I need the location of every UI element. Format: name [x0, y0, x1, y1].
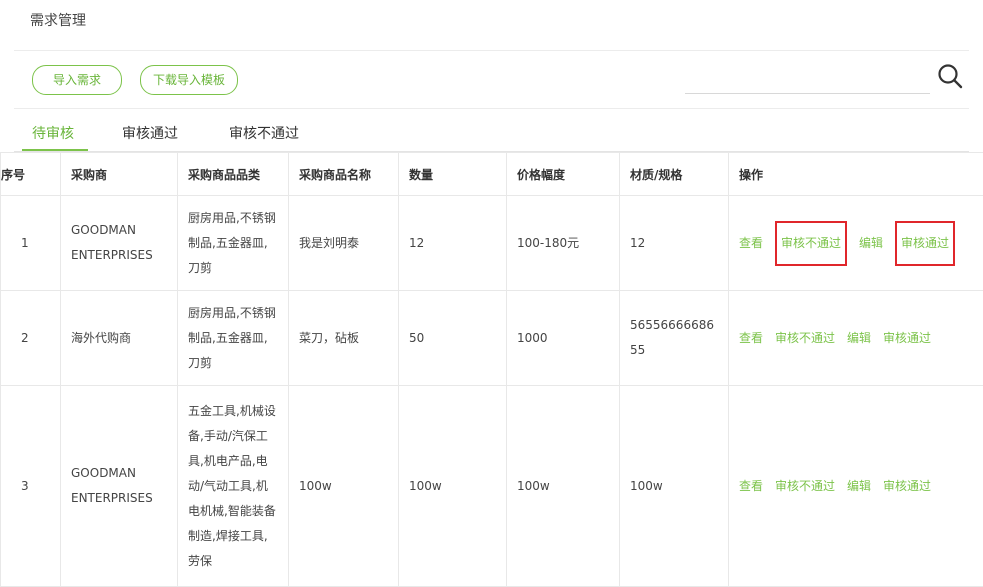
column-header-buyer: 采购商: [61, 153, 178, 196]
row-product-name: 菜刀，砧板: [289, 291, 399, 386]
row-actions: 查看 审核不通过 编辑 审核通过: [729, 386, 983, 587]
row-spec: 5655666668655: [620, 291, 729, 386]
row-price-range: 1000: [507, 291, 620, 386]
row-actions: 查看 审核不通过 编辑 审核通过: [729, 196, 983, 291]
row-index: 3: [1, 386, 61, 587]
table-header-row: 序号 采购商 采购商品品类 采购商品名称 数量 价格幅度 材质/规格 操作: [1, 153, 983, 196]
reject-link[interactable]: 审核不通过: [775, 326, 835, 351]
row-buyer: GOODMAN ENTERPRISES: [61, 196, 178, 291]
edit-link[interactable]: 编辑: [859, 231, 883, 256]
row-buyer: 海外代购商: [61, 291, 178, 386]
view-link[interactable]: 查看: [739, 231, 763, 256]
search-icon[interactable]: [936, 62, 964, 90]
demand-table: 序号 采购商 采购商品品类 采购商品名称 数量 价格幅度 材质/规格 操作 1 …: [0, 152, 983, 587]
download-template-button[interactable]: 下载导入模板: [140, 65, 238, 95]
row-quantity: 100w: [399, 386, 507, 587]
row-index: 2: [1, 291, 61, 386]
row-price-range: 100-180元: [507, 196, 620, 291]
row-product-name: 我是刘明泰: [289, 196, 399, 291]
column-header-index: 序号: [1, 153, 61, 196]
import-demand-button[interactable]: 导入需求: [32, 65, 122, 95]
reject-link[interactable]: 审核不通过: [775, 474, 835, 499]
row-spec: 12: [620, 196, 729, 291]
table-row: 3 GOODMAN ENTERPRISES 五金工具,机械设备,手动/汽保工具,…: [1, 386, 983, 587]
approve-link[interactable]: 审核通过: [883, 326, 931, 351]
tab-rejected[interactable]: 审核不通过: [229, 123, 299, 143]
divider: [14, 108, 969, 109]
edit-link[interactable]: 编辑: [847, 474, 871, 499]
column-header-price-range: 价格幅度: [507, 153, 620, 196]
row-category: 厨房用品,不锈钢制品,五金器皿,刀剪: [178, 291, 289, 386]
page-title: 需求管理: [30, 10, 86, 30]
column-header-actions: 操作: [729, 153, 983, 196]
table-row: 1 GOODMAN ENTERPRISES 厨房用品,不锈钢制品,五金器皿,刀剪…: [1, 196, 983, 291]
row-price-range: 100w: [507, 386, 620, 587]
row-actions: 查看 审核不通过 编辑 审核通过: [729, 291, 983, 386]
tab-pending[interactable]: 待审核: [32, 123, 74, 143]
tab-approved[interactable]: 审核通过: [122, 123, 178, 143]
row-category: 五金工具,机械设备,手动/汽保工具,机电产品,电动/气动工具,机电机械,智能装备…: [178, 386, 289, 587]
search-input[interactable]: [685, 93, 930, 94]
category-text: 五金工具,机械设备,手动/汽保工具,机电产品,电动/气动工具,机电机械,智能装备…: [188, 399, 278, 574]
row-spec: 100w: [620, 386, 729, 587]
row-index: 1: [1, 196, 61, 291]
view-link[interactable]: 查看: [739, 474, 763, 499]
divider: [14, 50, 969, 51]
row-quantity: 50: [399, 291, 507, 386]
column-header-category: 采购商品品类: [178, 153, 289, 196]
column-header-product-name: 采购商品名称: [289, 153, 399, 196]
row-buyer: GOODMAN ENTERPRISES: [61, 386, 178, 587]
approve-link[interactable]: 审核通过: [895, 221, 955, 266]
row-product-name: 100w: [289, 386, 399, 587]
view-link[interactable]: 查看: [739, 326, 763, 351]
approve-link[interactable]: 审核通过: [883, 474, 931, 499]
reject-link[interactable]: 审核不通过: [775, 221, 847, 266]
row-quantity: 12: [399, 196, 507, 291]
row-category: 厨房用品,不锈钢制品,五金器皿,刀剪: [178, 196, 289, 291]
column-header-quantity: 数量: [399, 153, 507, 196]
edit-link[interactable]: 编辑: [847, 326, 871, 351]
table-row: 2 海外代购商 厨房用品,不锈钢制品,五金器皿,刀剪 菜刀，砧板 50 1000…: [1, 291, 983, 386]
column-header-spec: 材质/规格: [620, 153, 729, 196]
